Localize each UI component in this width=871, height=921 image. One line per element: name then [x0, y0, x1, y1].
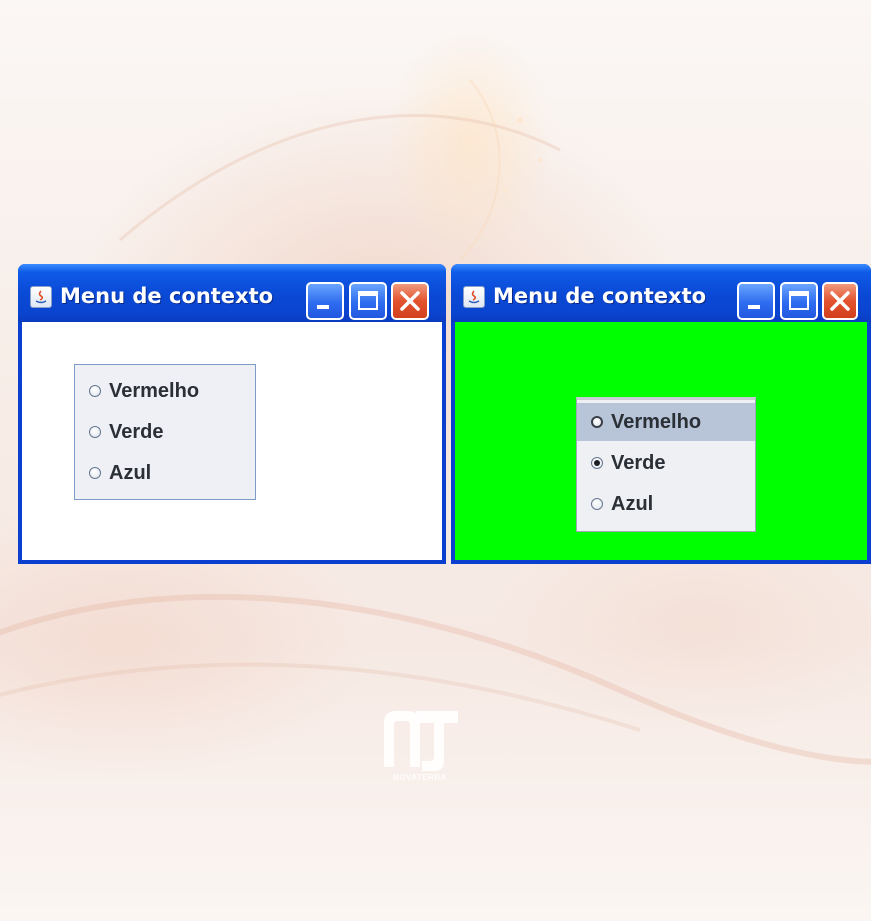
radio-group-panel: Vermelho Verde Azul: [74, 364, 256, 500]
radio-button[interactable]: [89, 385, 101, 397]
radio-button[interactable]: [89, 426, 101, 438]
maximize-button[interactable]: [780, 282, 818, 320]
context-menu-popup: Vermelho Verde Azul: [576, 397, 756, 532]
menu-item-label: Verde: [611, 451, 666, 474]
titlebar[interactable]: Menu de contexto: [18, 264, 446, 322]
menu-item-azul[interactable]: Azul: [577, 485, 755, 523]
close-button[interactable]: [822, 282, 858, 320]
java-app-icon[interactable]: [30, 286, 52, 308]
menu-item-label: Azul: [611, 492, 654, 515]
window-title: Menu de contexto: [493, 284, 707, 308]
menu-item-vermelho[interactable]: Vermelho: [577, 403, 755, 441]
close-icon: [830, 291, 850, 311]
maximize-button[interactable]: [349, 282, 387, 320]
window-right[interactable]: Menu de contexto Vermelho Verde Azul: [451, 264, 871, 564]
radio-button-selected[interactable]: [591, 457, 603, 469]
window-title: Menu de contexto: [60, 284, 274, 308]
titlebar[interactable]: Menu de contexto: [451, 264, 871, 322]
minimize-icon: [317, 305, 329, 309]
menu-item-label: Vermelho: [611, 410, 702, 433]
maximize-icon: [358, 291, 378, 310]
radio-label: Vermelho: [109, 379, 200, 402]
maximize-icon: [789, 291, 809, 310]
radio-option-vermelho[interactable]: Vermelho: [75, 372, 255, 410]
close-button[interactable]: [391, 282, 429, 320]
radio-button[interactable]: [591, 416, 603, 428]
radio-button[interactable]: [591, 498, 603, 510]
radio-label: Azul: [109, 461, 152, 484]
radio-option-azul[interactable]: Azul: [75, 454, 255, 492]
minimize-button[interactable]: [306, 282, 344, 320]
java-app-icon[interactable]: [463, 286, 485, 308]
minimize-button[interactable]: [737, 282, 775, 320]
menu-item-verde[interactable]: Verde: [577, 444, 755, 482]
radio-option-verde[interactable]: Verde: [75, 413, 255, 451]
minimize-icon: [748, 305, 760, 309]
radio-button[interactable]: [89, 467, 101, 479]
watermark-text: NOVATERRA: [393, 773, 447, 782]
radio-label: Verde: [109, 420, 164, 443]
close-icon: [400, 291, 420, 311]
window-left[interactable]: Menu de contexto Vermelho Verde Azul: [18, 264, 446, 564]
window-content: Vermelho Verde Azul: [22, 322, 442, 560]
window-content[interactable]: Vermelho Verde Azul: [455, 322, 867, 560]
